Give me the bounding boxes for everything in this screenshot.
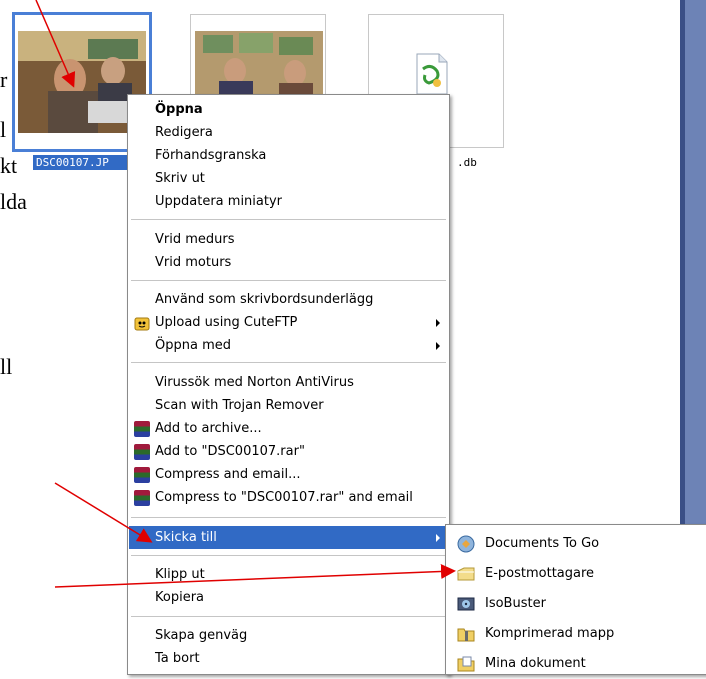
annotation-overlay (35, 0, 456, 588)
annotation-arrow (35, 0, 76, 88)
annotation-arrow (54, 563, 456, 588)
annotation-arrow (54, 482, 153, 543)
